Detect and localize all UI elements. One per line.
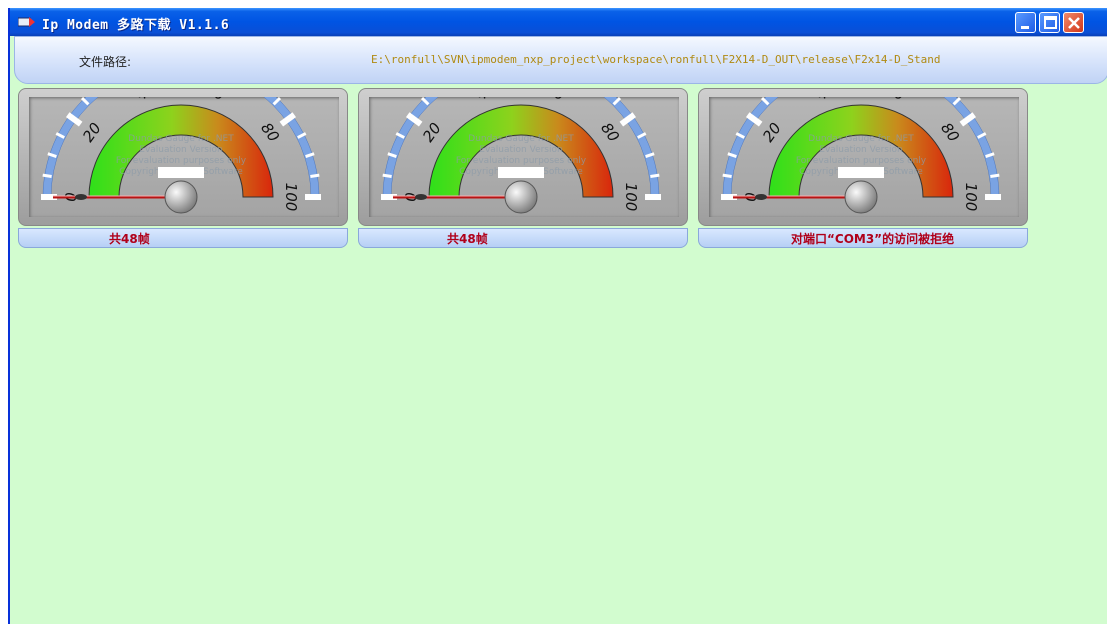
tick-mark (382, 173, 392, 178)
tick-label: 80 (597, 119, 623, 145)
watermark-text: For evaluation purposes only (796, 156, 927, 166)
gauge-hub (504, 180, 538, 214)
tick-label: 20 (79, 119, 105, 145)
needle-counterweight (755, 194, 767, 200)
gauge-frame: 020406080100Dundas Gauge for .NETEvaluat… (358, 88, 688, 226)
watermark-text: For evaluation purposes only (456, 156, 587, 166)
path-label: 文件路径: (79, 55, 132, 69)
status-text: 对端口“COM3”的访问被拒绝 (791, 232, 955, 246)
tick-label: 80 (937, 119, 963, 145)
tick-mark (650, 173, 660, 178)
maximize-icon (1044, 16, 1057, 29)
readout-box (158, 167, 204, 178)
gauge-dial: 020406080100Dundas Gauge for .NETEvaluat… (41, 97, 321, 214)
watermark-text: Dundas Gauge for .NET (468, 134, 574, 144)
watermark-text: Evaluation Version (139, 145, 222, 155)
tick-label: 40 (475, 97, 499, 104)
gauge-frame: 020406080100Dundas Gauge for .NETEvaluat… (18, 88, 348, 226)
port-panel: 020406080100Dundas Gauge for .NETEvaluat… (698, 88, 1028, 248)
tick-mark (990, 173, 1000, 178)
watermark-text: Evaluation Version (479, 145, 562, 155)
gauge-dial: 020406080100Dundas Gauge for .NETEvaluat… (721, 97, 1001, 214)
tick-label: 60 (543, 97, 567, 104)
path-bar: 文件路径: E:\ronfull\SVN\ipmodem_nxp_project… (14, 36, 1107, 84)
minimize-button[interactable] (1015, 12, 1036, 33)
tick-label: 40 (135, 97, 159, 104)
gauge: 020406080100Dundas Gauge for .NETEvaluat… (369, 97, 679, 217)
needle-counterweight (415, 194, 427, 200)
gauge-hub (844, 180, 878, 214)
gauge: 020406080100Dundas Gauge for .NETEvaluat… (29, 97, 339, 217)
gauge-dial: 020406080100Dundas Gauge for .NETEvaluat… (381, 97, 661, 214)
maximize-button[interactable] (1039, 12, 1060, 33)
status-bar: 对端口“COM3”的访问被拒绝 (698, 228, 1028, 248)
tick-mark (42, 173, 52, 178)
tick-label: 60 (883, 97, 907, 104)
title-bar[interactable]: Ip Modem 多路下载 V1.1.6 (10, 8, 1107, 36)
status-text: 共48帧 (447, 232, 488, 246)
gauge-frame: 020406080100Dundas Gauge for .NETEvaluat… (698, 88, 1028, 226)
tick-mark (310, 173, 320, 178)
tick-mark (722, 173, 732, 178)
tick-label: 20 (759, 119, 785, 145)
tick-label: 100 (282, 183, 300, 212)
status-bar: 共48帧 (358, 228, 688, 248)
port-panel: 020406080100Dundas Gauge for .NETEvaluat… (358, 88, 688, 248)
tick-label: 60 (203, 97, 227, 104)
tick-label: 80 (257, 119, 283, 145)
app-icon (18, 17, 35, 27)
watermark-text: For evaluation purposes only (116, 156, 247, 166)
needle-counterweight (75, 194, 87, 200)
path-value[interactable]: E:\ronfull\SVN\ipmodem_nxp_project\works… (371, 53, 941, 66)
watermark-text: Dundas Gauge for .NET (128, 134, 234, 144)
status-bar: 共48帧 (18, 228, 348, 248)
status-text: 共48帧 (109, 232, 150, 246)
tick-label: 20 (419, 119, 445, 145)
port-panel: 020406080100Dundas Gauge for .NETEvaluat… (18, 88, 348, 248)
readout-box (498, 167, 544, 178)
gauge: 020406080100Dundas Gauge for .NETEvaluat… (709, 97, 1019, 217)
gauge-hub (164, 180, 198, 214)
tick-label: 100 (622, 183, 640, 212)
tick-label: 100 (962, 183, 980, 212)
watermark-text: Dundas Gauge for .NET (808, 134, 914, 144)
window-title: Ip Modem 多路下载 V1.1.6 (42, 18, 230, 33)
watermark-text: Evaluation Version (819, 145, 902, 155)
close-icon (1068, 17, 1080, 29)
close-button[interactable] (1063, 12, 1084, 33)
tick-label: 40 (815, 97, 839, 104)
readout-box (838, 167, 884, 178)
app-window: Ip Modem 多路下载 V1.1.6 文件路径: E:\ronfull\SV… (8, 8, 1107, 624)
minimize-icon (1021, 26, 1029, 29)
